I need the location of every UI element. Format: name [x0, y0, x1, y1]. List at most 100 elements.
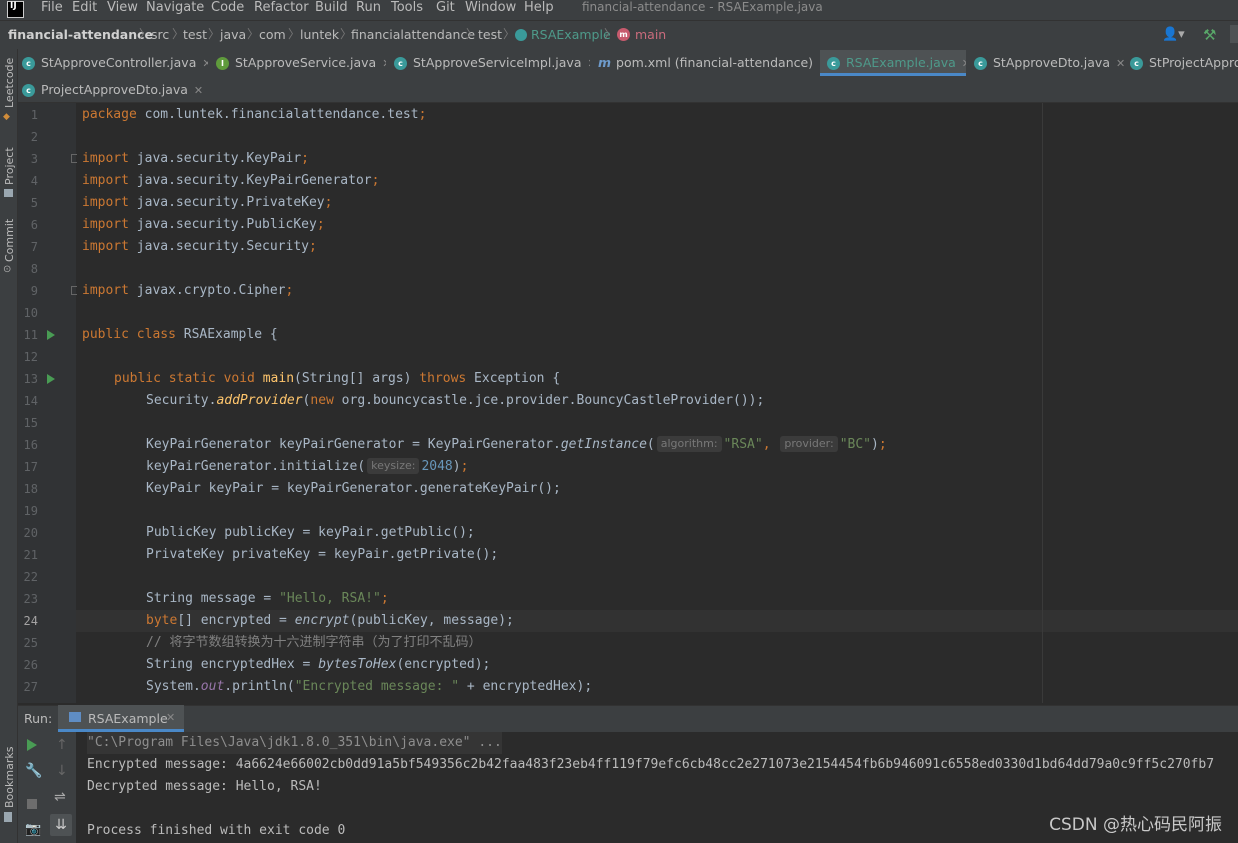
user-icon[interactable]: 👤▾	[1162, 27, 1185, 42]
class-icon: c	[22, 57, 35, 70]
close-icon[interactable]: ✕	[588, 57, 591, 70]
close-icon[interactable]: ✕	[962, 57, 966, 70]
keyword: throws	[419, 371, 467, 386]
toolbar-overflow[interactable]	[1230, 25, 1238, 43]
menu-refactor[interactable]: Refactor	[254, 0, 309, 20]
method-call: encrypt	[294, 613, 350, 628]
leetcode-icon[interactable]: ◆	[3, 112, 10, 122]
static-field: out	[200, 679, 225, 694]
keyword: import	[82, 151, 129, 166]
menu-window[interactable]: Window	[465, 0, 516, 20]
close-icon[interactable]: ✕	[194, 84, 203, 97]
line-number: 16	[23, 438, 38, 452]
breadcrumb-java[interactable]: java	[220, 26, 246, 43]
code-line-17: keyPairGenerator.initialize(keysize: 2048…	[146, 458, 469, 474]
keyword: byte	[146, 613, 178, 628]
code-text: [] encrypted =	[177, 613, 295, 628]
tool-commit[interactable]: Commit	[3, 219, 16, 262]
tool-leetcode[interactable]: Leetcode	[3, 58, 16, 108]
menu-navigate[interactable]: Navigate	[146, 0, 204, 20]
menu-file[interactable]: File	[41, 0, 63, 20]
folder-icon[interactable]	[4, 189, 13, 197]
scroll-to-end-icon[interactable]: ⇊	[50, 814, 72, 836]
tab-rsaexample[interactable]: c RSAExample.java ✕	[820, 50, 966, 76]
line-number: 1	[30, 108, 38, 122]
menu-tools[interactable]: Tools	[391, 0, 423, 20]
soft-wrap-icon[interactable]: ⇌	[54, 789, 66, 805]
line-number-current: 24	[23, 614, 38, 628]
run-main-icon[interactable]	[47, 374, 55, 384]
watermark: CSDN @热心码民阿振	[1049, 815, 1222, 835]
code-line-11: public class RSAExample {	[82, 324, 278, 346]
commit-icon[interactable]: ⊙	[3, 264, 11, 275]
class-icon	[515, 29, 527, 41]
tab-stapprovedto[interactable]: c StApproveDto.java ✕	[974, 50, 1124, 76]
menu-git[interactable]: Git	[436, 0, 455, 20]
breadcrumb-src[interactable]: src	[151, 26, 169, 43]
breadcrumb-test[interactable]: test	[183, 26, 207, 43]
tab-stapproveservice[interactable]: I StApproveService.java ✕	[216, 50, 386, 76]
close-icon[interactable]: ✕	[1116, 57, 1124, 70]
code-text: (encrypted);	[396, 657, 491, 672]
bookmark-icon[interactable]	[4, 812, 12, 822]
breadcrumb-luntek[interactable]: luntek	[300, 26, 339, 43]
fold-icon[interactable]	[71, 286, 77, 295]
tab-pom-xml[interactable]: mpom.xml (financial-attendance)✕	[598, 50, 816, 76]
breadcrumb-class[interactable]: RSAExample	[531, 26, 611, 43]
keyword: public static void	[114, 371, 255, 386]
line-number: 9	[30, 284, 38, 298]
close-icon[interactable]: ✕	[382, 57, 386, 70]
menu-run[interactable]: Run	[356, 0, 381, 20]
run-tab-label: RSAExample	[88, 711, 168, 726]
line-number: 10	[23, 306, 38, 320]
keyword: public class	[82, 327, 176, 342]
menu-edit[interactable]: Edit	[72, 0, 97, 20]
arrow-down-icon[interactable]: ↓	[56, 763, 68, 779]
wrench-icon[interactable]: 🔧	[25, 763, 42, 779]
tab-stapprovecontroller[interactable]: c StApproveController.java ✕	[22, 50, 208, 76]
fold-icon[interactable]	[71, 154, 77, 163]
line-number: 7	[30, 240, 38, 254]
menu-code[interactable]: Code	[211, 0, 244, 20]
tab-stprojectapprov[interactable]: c StProjectApprov	[1130, 50, 1238, 76]
menu-build[interactable]: Build	[315, 0, 348, 20]
breadcrumb-method[interactable]: main	[635, 26, 666, 43]
tool-bookmarks[interactable]: Bookmarks	[3, 747, 16, 808]
run-class-icon[interactable]	[47, 330, 55, 340]
code-line-9: import javax.crypto.Cipher;	[82, 283, 294, 298]
close-icon[interactable]: ✕	[166, 711, 175, 724]
code-line-13: public static void main(String[] args) t…	[114, 368, 560, 390]
close-icon[interactable]: ✕	[202, 57, 208, 70]
arrow-up-icon[interactable]: ↑	[56, 737, 68, 753]
menu-view[interactable]: View	[107, 0, 138, 20]
camera-icon[interactable]: 📷	[25, 822, 41, 837]
chevron-right-icon: 〉	[139, 27, 152, 41]
console-line-encrypted: Encrypted message: 4a6624e66002cb0dd91a5…	[87, 757, 1215, 772]
line-number: 20	[23, 526, 38, 540]
breadcrumb-test-package[interactable]: test	[478, 26, 502, 43]
chevron-right-icon: 〉	[604, 27, 617, 41]
intellij-idea-icon[interactable]: IJ	[7, 1, 24, 18]
tab-stapproveserviceimpl[interactable]: c StApproveServiceImpl.java ✕	[394, 50, 590, 76]
breadcrumb-project[interactable]: financial-attendance	[8, 26, 153, 43]
string-literal: "Encrypted message: "	[294, 679, 460, 694]
menu-help[interactable]: Help	[524, 0, 554, 20]
method-icon: m	[617, 28, 630, 41]
tab-projectapprovedto[interactable]: c ProjectApproveDto.java ✕	[22, 77, 208, 103]
code-line-16: KeyPairGenerator keyPairGenerator = KeyP…	[146, 436, 887, 452]
code-text: PublicKey publicKey = keyPair.getPublic(…	[146, 525, 475, 540]
tool-project[interactable]: Project	[3, 147, 16, 185]
tab-label: ProjectApproveDto.java	[41, 82, 188, 97]
rerun-icon[interactable]	[27, 739, 37, 751]
line-number: 25	[23, 636, 38, 650]
import-path: java.security.PrivateKey	[136, 195, 325, 210]
run-panel-header	[18, 705, 1238, 732]
breadcrumb-com[interactable]: com	[259, 26, 286, 43]
code-line-1: package com.luntek.financialattendance.t…	[82, 107, 427, 122]
breadcrumb-financialattendance[interactable]: financialattendance	[351, 26, 475, 43]
build-hammer-icon[interactable]: ⚒	[1203, 26, 1216, 44]
code-text: System.	[146, 679, 201, 694]
number-literal: 2048	[421, 459, 453, 474]
stop-icon[interactable]	[27, 799, 37, 809]
code-line-23: String message = "Hello, RSA!";	[146, 591, 389, 606]
